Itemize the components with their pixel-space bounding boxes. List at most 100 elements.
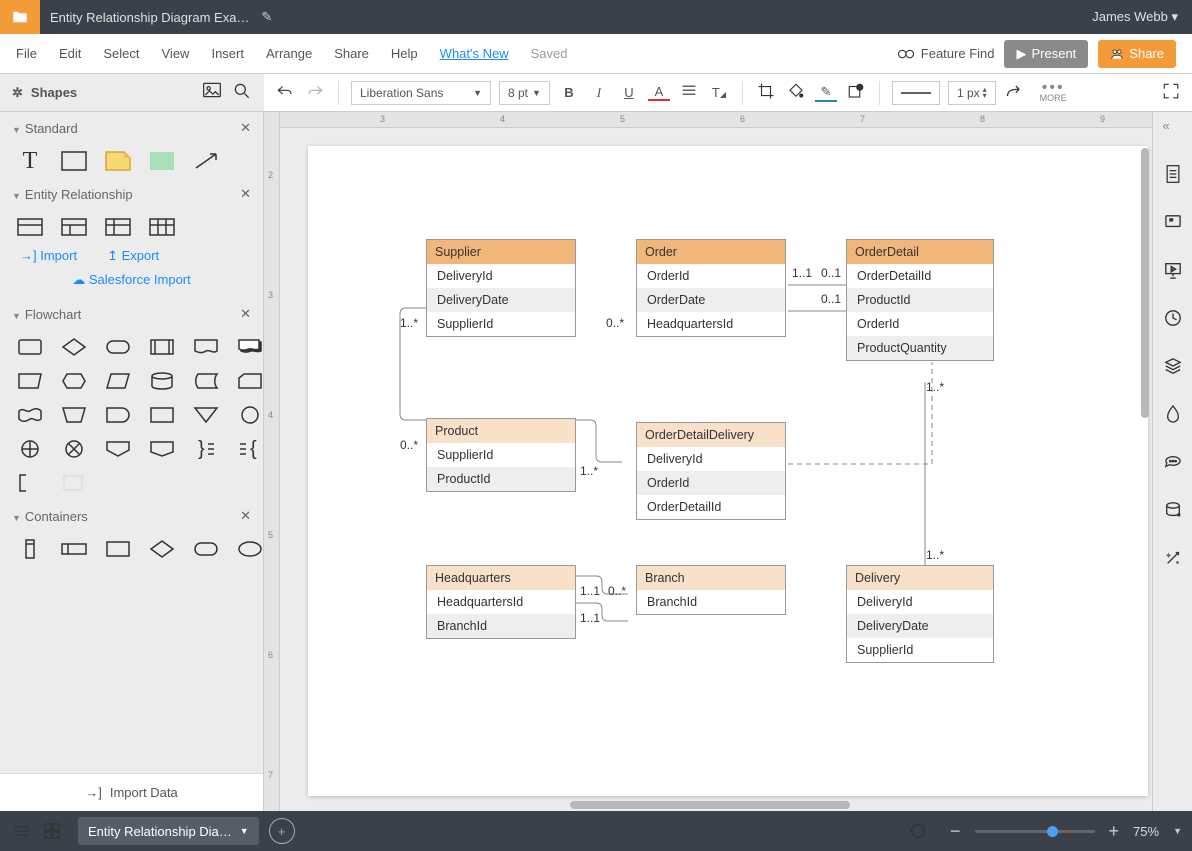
fc-multidoc[interactable] [236,336,264,358]
entity-delivery[interactable]: Delivery DeliveryId DeliveryDate Supplie… [846,565,994,663]
underline-icon[interactable]: U [618,85,640,100]
er-shape-1[interactable] [16,216,44,238]
block-shape[interactable] [148,150,176,172]
cont-3[interactable] [104,538,132,560]
fc-diamond[interactable] [60,336,88,358]
shape-style-icon[interactable] [845,82,867,103]
er-shape-4[interactable] [148,216,176,238]
user-menu[interactable]: James Webb ▾ [1092,9,1178,25]
fc-delay[interactable] [104,404,132,426]
document-title[interactable]: Entity Relationship Diagram Exa… [50,10,249,25]
fc-hex[interactable] [60,370,88,392]
shapes-button[interactable]: ✲ Shapes [12,85,77,101]
menu-help[interactable]: Help [391,46,418,61]
history-icon[interactable] [1161,306,1185,330]
fc-brace-l[interactable]: { [236,438,264,460]
font-size-select[interactable]: 8 pt ▼ [499,81,550,105]
entity-branch[interactable]: Branch BranchId [636,565,786,615]
fc-off2[interactable] [148,438,176,460]
text-style-icon[interactable]: T◢ [708,85,730,100]
section-standard[interactable]: ▼Standard✕ [0,112,263,144]
menu-share[interactable]: Share [334,46,369,61]
undo-icon[interactable] [274,83,296,102]
cont-4[interactable] [148,538,176,560]
text-shape[interactable]: T [16,150,44,172]
close-icon[interactable]: ✕ [240,508,251,524]
fc-terminator[interactable] [104,336,132,358]
drop-icon[interactable] [1161,402,1185,426]
fc-rect2[interactable] [148,404,176,426]
rect-shape[interactable] [60,150,88,172]
fc-note[interactable] [16,472,44,494]
present-icon[interactable] [1161,258,1185,282]
import-data-button[interactable]: →] Import Data [0,773,263,811]
cont-2[interactable] [60,538,88,560]
fc-doc[interactable] [192,336,220,358]
folder-icon[interactable] [0,0,40,34]
share-button[interactable]: Share [1098,40,1176,68]
er-shape-3[interactable] [104,216,132,238]
menu-edit[interactable]: Edit [59,46,81,61]
redo-icon[interactable] [304,83,326,102]
horizontal-scrollbar[interactable] [570,801,850,809]
italic-icon[interactable]: I [588,85,610,101]
entity-headquarters[interactable]: Headquarters HeadquartersId BranchId [426,565,576,639]
chat-icon[interactable] [1161,450,1185,474]
fullscreen-icon[interactable] [1160,82,1182,103]
fc-blank[interactable] [60,472,88,494]
salesforce-link[interactable]: ☁ Salesforce Import [72,272,191,287]
more-button[interactable]: •••MORE [1040,83,1067,103]
fc-sum[interactable] [16,438,44,460]
target-icon[interactable] [906,819,930,843]
zoom-in-icon[interactable]: + [1109,821,1120,842]
font-select[interactable]: Liberation Sans▼ [351,81,491,105]
comment-icon[interactable]: ❞ [1161,210,1185,234]
section-flowchart[interactable]: ▼Flowchart✕ [0,298,263,330]
zoom-out-icon[interactable]: − [950,821,961,842]
data-icon[interactable] [1161,498,1185,522]
fc-rect[interactable] [16,336,44,358]
close-icon[interactable]: ✕ [240,306,251,322]
er-shape-2[interactable] [60,216,88,238]
section-containers[interactable]: ▼Containers✕ [0,500,263,532]
fc-manual[interactable] [16,370,44,392]
menu-arrange[interactable]: Arrange [266,46,312,61]
menu-file[interactable]: File [16,46,37,61]
outline-icon[interactable] [10,819,34,843]
edit-title-icon[interactable]: ✎ [261,9,272,25]
line-arrow-icon[interactable] [1004,82,1026,103]
fc-trap[interactable] [60,404,88,426]
grid-icon[interactable] [40,819,64,843]
entity-odd[interactable]: OrderDetailDelivery DeliveryId OrderId O… [636,422,786,520]
fc-or[interactable] [60,438,88,460]
arrow-shape[interactable] [192,150,220,172]
crop-icon[interactable] [755,82,777,103]
align-icon[interactable] [678,84,700,101]
add-page-button[interactable]: + [269,818,295,844]
fc-brace-r[interactable]: } [192,438,220,460]
menu-view[interactable]: View [162,46,190,61]
page-icon[interactable] [1161,162,1185,186]
layers-icon[interactable] [1161,354,1185,378]
feature-find[interactable]: Feature Find [897,46,995,61]
search-icon[interactable] [232,81,252,104]
cont-5[interactable] [192,538,220,560]
menu-whatsnew[interactable]: What's New [440,46,509,61]
fc-card[interactable] [236,370,264,392]
magic-icon[interactable] [1161,546,1185,570]
import-link[interactable]: →] Import [20,248,77,264]
canvas[interactable]: Supplier DeliveryId DeliveryDate Supplie… [280,128,1152,811]
line-width-select[interactable]: 1 px▴▾ [948,81,996,105]
page-tab[interactable]: Entity Relationship Dia… ▼ [78,817,259,845]
entity-supplier[interactable]: Supplier DeliveryId DeliveryDate Supplie… [426,239,576,337]
entity-product[interactable]: Product SupplierId ProductId [426,418,576,492]
close-icon[interactable]: ✕ [240,186,251,202]
export-link[interactable]: ↥ Export [107,248,159,264]
page[interactable]: Supplier DeliveryId DeliveryDate Supplie… [308,146,1148,796]
fc-tape[interactable] [16,404,44,426]
collapse-panel-icon[interactable]: « [1163,118,1183,138]
fc-db[interactable] [148,370,176,392]
note-shape[interactable] [104,150,132,172]
section-entity[interactable]: ▼Entity Relationship✕ [0,178,263,210]
fc-off[interactable] [104,438,132,460]
